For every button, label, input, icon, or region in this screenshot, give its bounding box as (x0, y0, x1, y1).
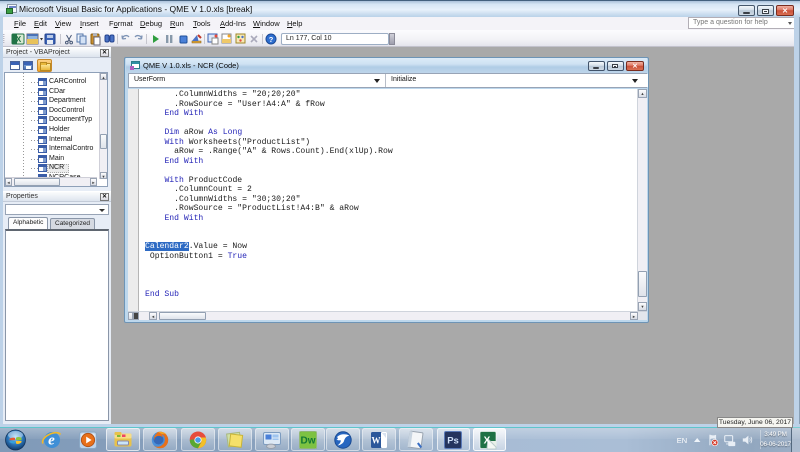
svg-text:Ps: Ps (447, 436, 459, 447)
svg-text:X: X (484, 436, 491, 447)
svg-text:?: ? (269, 35, 274, 44)
svg-text:EN: EN (677, 436, 687, 445)
svg-text:X: X (16, 35, 22, 44)
svg-text:W: W (372, 436, 381, 446)
svg-text:Dw: Dw (301, 436, 316, 447)
